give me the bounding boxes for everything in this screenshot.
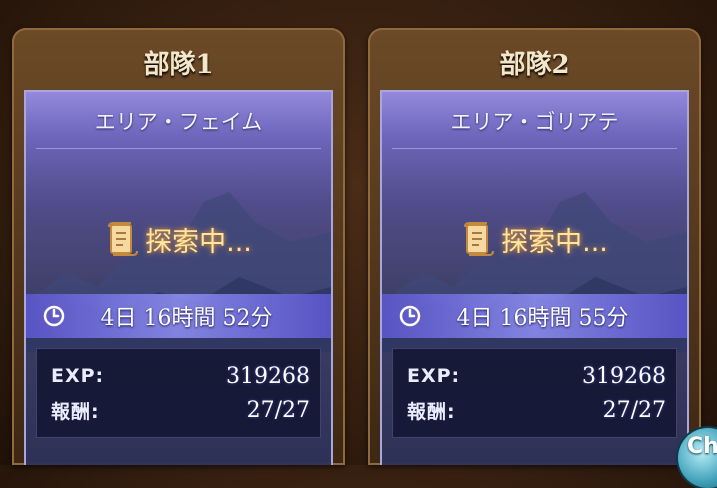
area-name: エリア・フェイム: [94, 110, 263, 134]
reward-row: 報酬: 27/27: [407, 395, 666, 425]
timer-text: 4日 16時間 52分: [100, 306, 273, 331]
timer-bar: 4日 16時間 52分: [26, 294, 331, 338]
chat-button-label: Ch: [687, 434, 717, 459]
party-tab-2[interactable]: 部隊2: [368, 34, 701, 90]
stats-box: EXP: 319268 報酬: 27/27: [392, 348, 677, 438]
party-tab-label: 部隊1: [143, 49, 214, 80]
party-tab-1[interactable]: 部隊1: [12, 34, 345, 90]
party-panel: エリア・ゴリアテ 探索中... 4日 16時間 55分 EXP: 319268: [380, 90, 689, 465]
party-tab-label: 部隊2: [499, 49, 570, 80]
exploring-status: 探索中...: [382, 220, 687, 259]
scroll-icon: [108, 221, 139, 256]
divider: [392, 148, 677, 149]
divider: [36, 148, 321, 149]
party-card-2[interactable]: 部隊2 エリア・ゴリアテ 探索中... 4日 16時間 55分 EXP: 319…: [368, 28, 701, 465]
exp-row: EXP: 319268: [51, 361, 310, 391]
party-panel: エリア・フェイム 探索中... 4日 16時間 52分 EXP: 319268: [24, 90, 333, 465]
clock-icon: [43, 305, 65, 327]
exp-value: 319268: [226, 363, 310, 389]
timer-text: 4日 16時間 55分: [456, 306, 629, 331]
reward-label: 報酬:: [407, 400, 456, 423]
reward-row: 報酬: 27/27: [51, 395, 310, 425]
reward-value: 27/27: [246, 397, 310, 423]
area-name: エリア・ゴリアテ: [450, 110, 619, 134]
exp-label: EXP:: [51, 365, 105, 387]
status-text: 探索中...: [501, 227, 608, 258]
clock-icon: [399, 305, 421, 327]
stats-box: EXP: 319268 報酬: 27/27: [36, 348, 321, 438]
scroll-icon: [464, 221, 495, 256]
timer-bar: 4日 16時間 55分: [382, 294, 687, 338]
exp-value: 319268: [582, 363, 666, 389]
exploring-status: 探索中...: [26, 220, 331, 259]
party-card-1[interactable]: 部隊1 エリア・フェイム 探索中... 4日 16時間 52分 EXP: 319…: [12, 28, 345, 465]
exp-label: EXP:: [407, 365, 461, 387]
reward-value: 27/27: [602, 397, 666, 423]
exp-row: EXP: 319268: [407, 361, 666, 391]
status-text: 探索中...: [145, 227, 252, 258]
reward-label: 報酬:: [51, 400, 100, 423]
